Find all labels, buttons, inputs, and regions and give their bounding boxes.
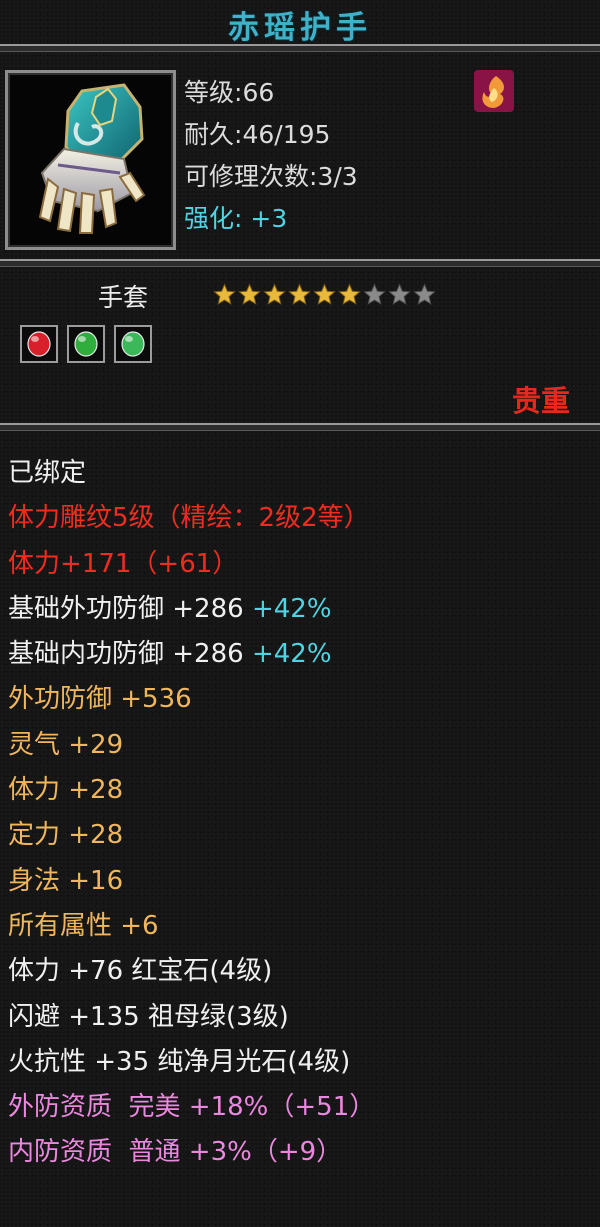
star-empty-icon xyxy=(363,283,386,305)
repair-stat: 可修理次数:3/3 xyxy=(184,162,358,191)
stats-divider xyxy=(0,259,600,267)
tooltip-header: 赤瑶护手 xyxy=(0,0,600,46)
ruby-gem-icon xyxy=(27,331,51,357)
enhance-stat: 强化: +3 xyxy=(184,202,287,236)
gem-slot[interactable] xyxy=(114,325,152,363)
attribute-text: +42% xyxy=(251,593,332,624)
durability-stat: 耐久:46/195 xyxy=(184,120,331,149)
attribute-text: 身法 +16 xyxy=(8,865,124,896)
durability-label: 耐久 xyxy=(184,120,235,149)
repair-label: 可修理次数 xyxy=(184,162,310,191)
item-type: 手套 xyxy=(98,283,149,312)
attribute-text: 内防资质 普通 +3%（+9） xyxy=(8,1137,343,1168)
flame-class-icon xyxy=(474,70,514,112)
durability-value: 46/195 xyxy=(242,120,331,149)
attribute-text: 体力 +76 红宝石(4级) xyxy=(8,956,273,987)
attribute-line: 所有属性 +6 xyxy=(8,904,598,949)
attribute-text: 闪避 +135 祖母绿(3级) xyxy=(8,1001,289,1032)
enhance-label: 强化: xyxy=(184,204,243,233)
gem-slot[interactable] xyxy=(20,325,58,363)
attribute-line: 基础外功防御 +286 +42% xyxy=(8,587,598,632)
attribute-line: 身法 +16 xyxy=(8,859,598,904)
attribute-line: 基础内功防御 +286 +42% xyxy=(8,632,598,677)
attribute-text: 体力+171（+61） xyxy=(8,548,239,579)
enhance-value: +3 xyxy=(250,204,288,233)
gauntlet-icon xyxy=(38,83,146,234)
attribute-text: 外防资质 完美 +18%（+51） xyxy=(8,1092,376,1123)
gem-slot[interactable] xyxy=(67,325,105,363)
attribute-text: 火抗性 +35 纯净月光石(4级) xyxy=(8,1046,351,1077)
attribute-text: 基础外功防御 +286 xyxy=(8,593,252,624)
star-empty-icon xyxy=(388,283,411,305)
attribute-text: 已绑定 xyxy=(8,458,87,488)
item-name: 赤瑶护手 xyxy=(228,10,372,46)
attribute-line: 闪避 +135 祖母绿(3级) xyxy=(8,995,598,1040)
attribute-text: 体力雕纹5级（精绘：2级2等） xyxy=(8,503,370,534)
attribute-line: 定力 +28 xyxy=(8,813,598,858)
star-filled-icon xyxy=(213,283,236,305)
emerald-gem-icon xyxy=(74,331,98,357)
attribute-line: 体力 +76 红宝石(4级) xyxy=(8,949,598,994)
star-filled-icon xyxy=(238,283,261,305)
repair-value: 3/3 xyxy=(317,162,358,191)
attribute-text: 灵气 +29 xyxy=(8,729,124,760)
star-rating xyxy=(213,283,436,306)
header-divider xyxy=(0,44,600,52)
star-filled-icon xyxy=(313,283,336,305)
star-filled-icon xyxy=(263,283,286,305)
attribute-text: 基础内功防御 +286 xyxy=(8,639,252,670)
attribute-line: 已绑定 xyxy=(8,451,598,496)
attribute-text: 所有属性 +6 xyxy=(8,910,159,941)
attributes-divider xyxy=(0,423,600,431)
level-value: 66 xyxy=(242,78,275,107)
attribute-text: 定力 +28 xyxy=(8,820,124,851)
attribute-line: 体力 +28 xyxy=(8,768,598,813)
attribute-line: 灵气 +29 xyxy=(8,723,598,768)
gem-slots xyxy=(20,325,152,363)
attribute-line: 体力雕纹5级（精绘：2级2等） xyxy=(8,496,598,541)
attribute-list: 已绑定体力雕纹5级（精绘：2级2等） 体力+171（+61） 基础外功防御 +286… xyxy=(8,451,598,1176)
attribute-text: 体力 +28 xyxy=(8,775,124,806)
attribute-line: 外功防御 +536 xyxy=(8,677,598,722)
star-filled-icon xyxy=(288,283,311,305)
attribute-text: +42% xyxy=(251,639,332,670)
level-stat: 等级:66 xyxy=(184,78,275,107)
attribute-line: 火抗性 +35 纯净月光石(4级) xyxy=(8,1040,598,1085)
attribute-line: 外防资质 完美 +18%（+51） xyxy=(8,1085,598,1130)
star-filled-icon xyxy=(338,283,361,305)
attribute-line: 内防资质 普通 +3%（+9） xyxy=(8,1130,598,1175)
star-empty-icon xyxy=(413,283,436,305)
attribute-text: 外功防御 +536 xyxy=(8,684,192,715)
level-label: 等级 xyxy=(184,78,235,107)
rarity-label: 贵重 xyxy=(511,384,570,418)
item-icon-frame xyxy=(5,70,176,250)
attribute-line: 体力+171（+61） xyxy=(8,542,598,587)
moonstone-gem-icon xyxy=(121,331,145,357)
